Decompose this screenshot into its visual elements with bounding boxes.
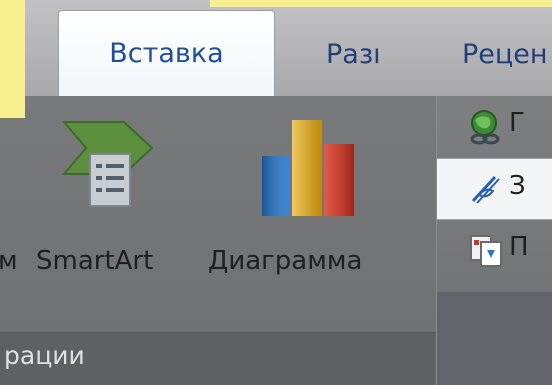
bookmark-pen-icon (469, 173, 503, 209)
cross-reference-icon (469, 234, 503, 272)
ribbon-body: м SmartArt Диаграмма рации Г З П (0, 96, 552, 385)
hyperlink-label: Г (509, 108, 525, 138)
cross-reference-label: П (509, 232, 529, 262)
links-group-footer (437, 292, 552, 385)
word-ribbon: Вставка Разı Рецен м SmartArt Диаграмма … (0, 0, 552, 385)
smartart-button[interactable]: SmartArt (10, 96, 198, 333)
smartart-icon (61, 114, 154, 218)
slide-yellow-edge (210, 0, 552, 7)
hyperlink-globe-icon (469, 110, 503, 150)
tab-insert[interactable]: Вставка (58, 10, 275, 99)
links-group: Г З П (437, 96, 552, 385)
illustrations-group: м SmartArt Диаграмма рации (0, 96, 437, 385)
slide-shadow (0, 118, 25, 134)
group-label-illustrations: рации (4, 341, 85, 370)
cross-reference-button[interactable]: П (437, 220, 552, 282)
chart-icon (258, 114, 368, 228)
bookmark-label: З (509, 171, 526, 201)
tab-review[interactable]: Рецен (462, 14, 548, 96)
hyperlink-button[interactable]: Г (437, 96, 552, 158)
tab-page-layout[interactable]: Разı (326, 14, 381, 96)
illustrations-group-footer: рации (0, 332, 436, 385)
bookmark-button[interactable]: З (437, 158, 552, 220)
slide-yellow-corner (0, 0, 25, 118)
chart-button[interactable]: Диаграмма (200, 96, 422, 333)
ribbon-tab-strip: Вставка Разı Рецен (0, 0, 552, 99)
chart-label: Диаграмма (208, 246, 363, 276)
smartart-label: SmartArt (36, 246, 154, 276)
